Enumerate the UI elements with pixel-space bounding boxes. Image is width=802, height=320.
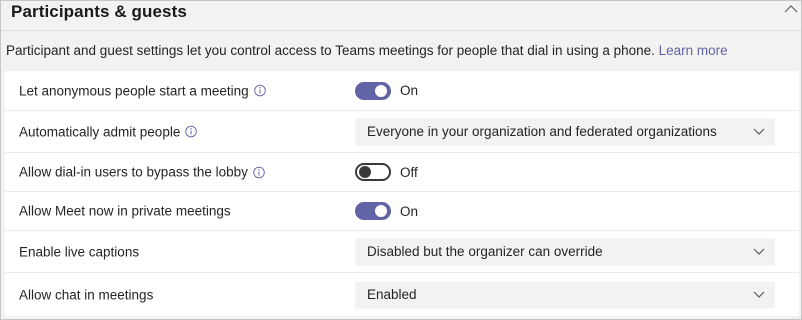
chevron-down-icon: [753, 128, 765, 135]
setting-row-chat: Allow chat in meetings Enabled: [5, 273, 799, 316]
dropdown-value: Everyone in your organization and federa…: [367, 124, 717, 139]
setting-row-live-captions: Enable live captions Disabled but the or…: [5, 231, 799, 273]
meet-now-toggle-group: On: [355, 202, 418, 220]
setting-label: Enable live captions: [19, 244, 139, 259]
setting-row-anonymous-start: Let anonymous people start a meeting On: [5, 71, 799, 111]
chevron-up-icon[interactable]: [783, 3, 799, 15]
meet-now-toggle[interactable]: [355, 202, 391, 220]
learn-more-link[interactable]: Learn more: [659, 43, 728, 58]
setting-label: Let anonymous people start a meeting: [19, 83, 266, 98]
setting-label: Allow dial-in users to bypass the lobby: [19, 165, 265, 180]
dropdown-value: Disabled but the organizer can override: [367, 244, 603, 259]
chevron-down-icon: [753, 291, 765, 298]
info-icon[interactable]: [185, 125, 198, 138]
setting-label-text: Let anonymous people start a meeting: [19, 83, 249, 98]
setting-label-text: Enable live captions: [19, 244, 140, 259]
toggle-knob: [359, 166, 371, 178]
setting-label-text: Allow dial-in users to bypass the lobby: [19, 164, 248, 180]
setting-row-meet-now: Allow Meet now in private meetings On: [5, 192, 799, 231]
dial-in-bypass-toggle[interactable]: [355, 163, 391, 181]
auto-admit-dropdown[interactable]: Everyone in your organization and federa…: [355, 118, 775, 145]
dropdown-value: Enabled: [367, 287, 417, 302]
info-icon[interactable]: [253, 84, 266, 97]
section-title: Participants & guests: [11, 2, 187, 21]
anonymous-start-toggle-group: On: [355, 81, 419, 100]
toggle-knob: [375, 84, 387, 97]
toggle-state-label: Off: [400, 164, 418, 180]
setting-label-text: Allow chat in meetings: [19, 287, 154, 302]
info-icon[interactable]: [253, 166, 265, 178]
description-text: Participant and guest settings let you c…: [6, 43, 659, 58]
dial-in-bypass-toggle-group: Off: [355, 163, 418, 181]
setting-label: Allow Meet now in private meetings: [19, 204, 231, 219]
toggle-state-label: On: [400, 203, 419, 219]
setting-label: Allow chat in meetings: [19, 287, 153, 302]
setting-label-text: Allow Meet now in private meetings: [19, 203, 231, 219]
chevron-down-icon: [753, 248, 765, 255]
setting-label: Automatically admit people: [19, 124, 198, 139]
settings-panel: Participants & guests Participant and gu…: [0, 0, 802, 320]
section-description: Participant and guest settings let you c…: [6, 43, 728, 58]
setting-row-dial-in-bypass: Allow dial-in users to bypass the lobby …: [5, 153, 799, 192]
chat-dropdown[interactable]: Enabled: [355, 281, 775, 308]
setting-label-text: Automatically admit people: [19, 124, 181, 139]
settings-list: Let anonymous people start a meeting On …: [5, 71, 799, 316]
setting-row-auto-admit: Automatically admit people Everyone in y…: [5, 111, 799, 153]
live-captions-dropdown[interactable]: Disabled but the organizer can override: [355, 238, 775, 265]
section-header[interactable]: Participants & guests: [1, 1, 801, 31]
anonymous-start-toggle[interactable]: [355, 81, 391, 100]
toggle-state-label: On: [400, 83, 419, 98]
toggle-knob: [375, 205, 387, 217]
